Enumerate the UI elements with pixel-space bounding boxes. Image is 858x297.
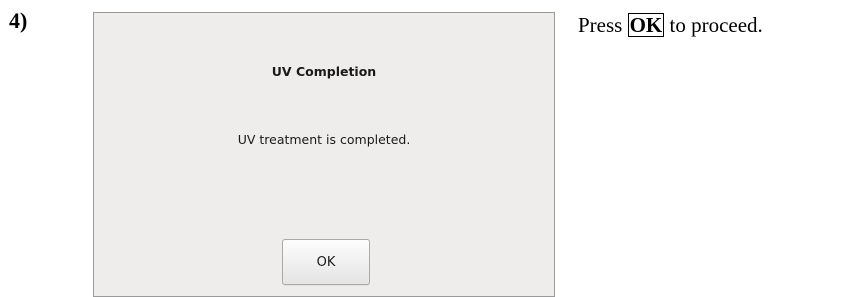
dialog-title: UV Completion	[271, 64, 377, 79]
step-number: 4)	[9, 8, 28, 33]
instruction-text: Press OK to proceed.	[578, 13, 763, 38]
dialog-message: UV treatment is completed.	[237, 132, 411, 147]
device-screen: UV Completion UV treatment is completed.…	[93, 12, 555, 297]
instruction-suffix: to proceed.	[664, 13, 763, 37]
instruction-prefix: Press	[578, 13, 628, 37]
ok-key-label: OK	[627, 13, 665, 38]
ok-button[interactable]: OK	[282, 239, 370, 285]
